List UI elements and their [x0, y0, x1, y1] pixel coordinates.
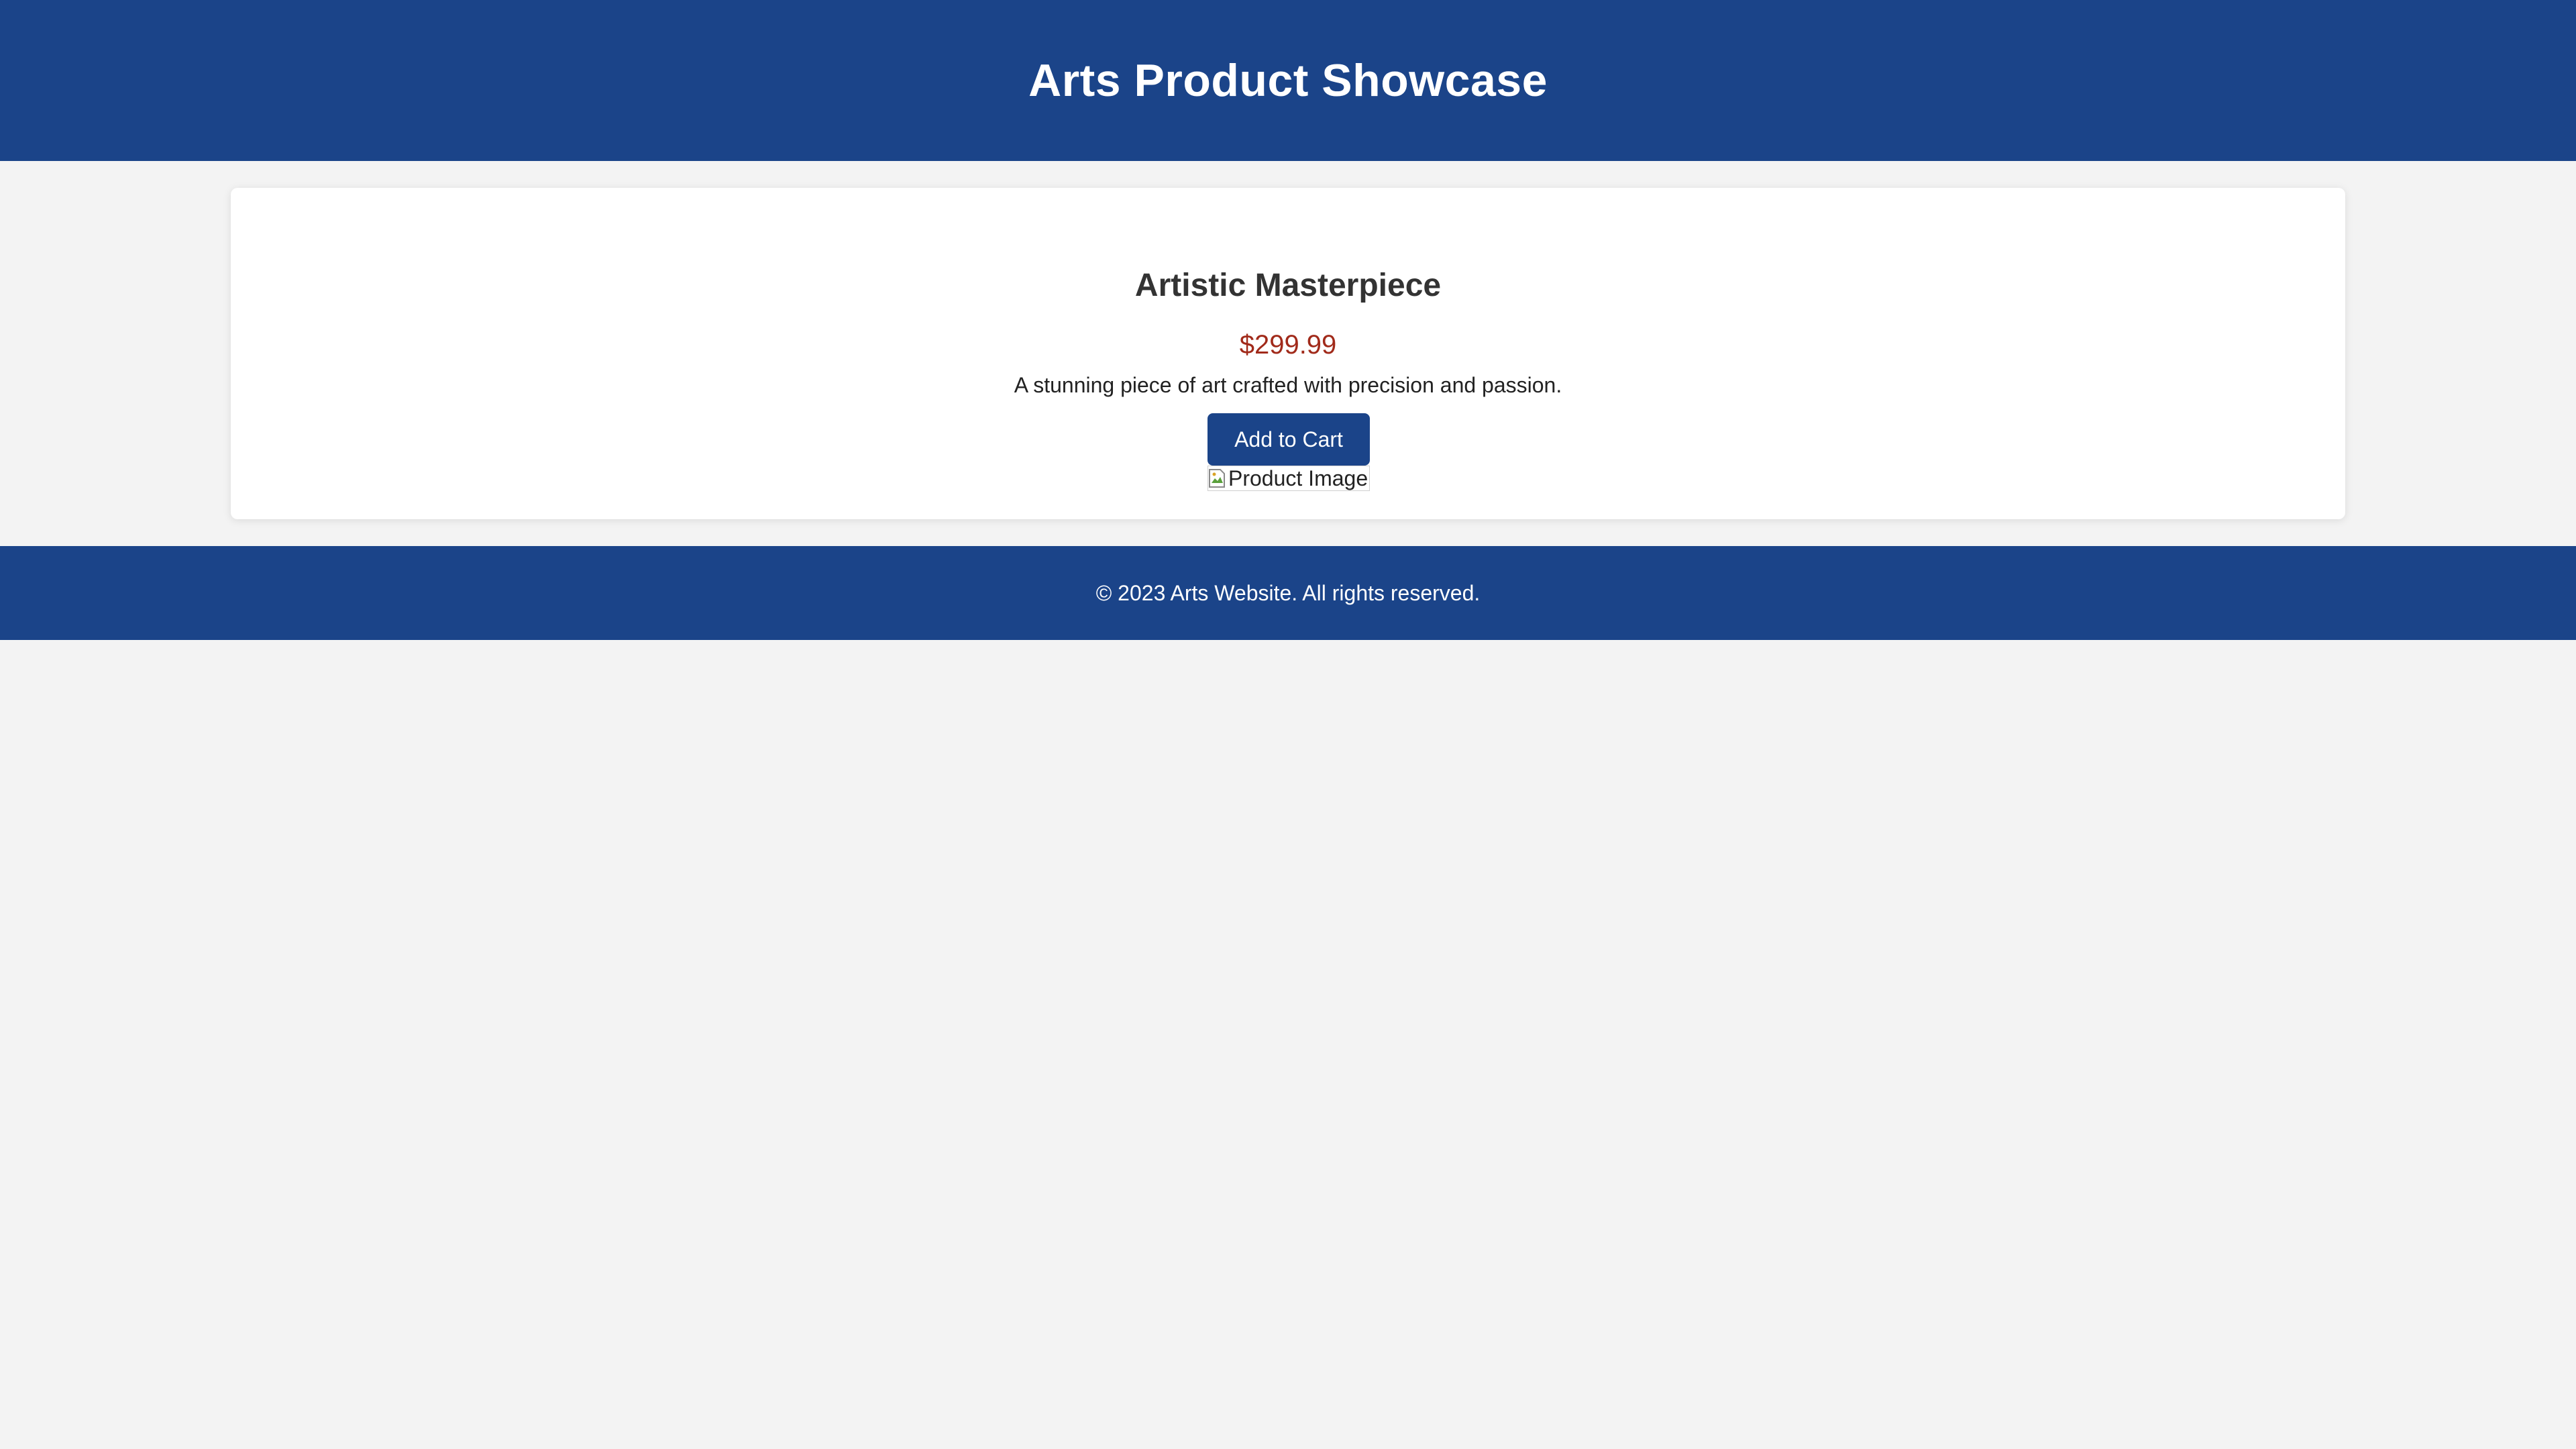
site-header: Arts Product Showcase	[0, 0, 2576, 161]
product-image-alt-text: Product Image	[1228, 466, 1368, 490]
site-footer: © 2023 Arts Website. All rights reserved…	[0, 546, 2576, 640]
product-title: Artistic Masterpiece	[1134, 268, 1442, 303]
product-price: $299.99	[1239, 330, 1337, 360]
broken-image-icon	[1209, 469, 1225, 488]
page-title: Arts Product Showcase	[1028, 55, 1548, 106]
product-image: Product Image	[1208, 466, 1370, 491]
add-to-cart-button[interactable]: Add to Cart	[1208, 413, 1370, 466]
product-card: Artistic Masterpiece $299.99 A stunning …	[231, 188, 2345, 519]
footer-copyright: © 2023 Arts Website. All rights reserved…	[1095, 580, 1481, 605]
product-description: A stunning piece of art crafted with pre…	[1014, 373, 1562, 397]
